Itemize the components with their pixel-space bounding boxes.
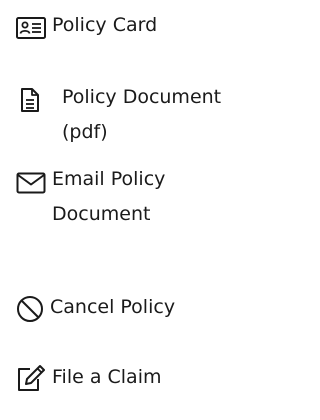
- menu-item-label: Policy Document (pdf): [62, 80, 221, 150]
- menu-item-email-policy-document[interactable]: Email Policy Document: [16, 162, 165, 232]
- cancel-icon: [16, 295, 44, 323]
- edit-icon: [16, 364, 46, 392]
- menu-item-label-line2: Document: [52, 203, 151, 225]
- menu-item-policy-card[interactable]: Policy Card: [16, 8, 157, 43]
- envelope-icon: [16, 172, 46, 194]
- menu-item-file-a-claim[interactable]: File a Claim: [16, 360, 162, 395]
- menu-item-label: Email Policy Document: [52, 162, 165, 232]
- id-card-icon: [16, 17, 46, 39]
- menu-item-label-line1: Policy Document: [62, 86, 222, 108]
- policy-actions-menu: Policy Card Policy Document (pdf) Email …: [0, 0, 290, 420]
- menu-item-cancel-policy[interactable]: Cancel Policy: [16, 290, 175, 325]
- menu-item-label: File a Claim: [52, 366, 162, 388]
- menu-item-label: Cancel Policy: [50, 296, 176, 318]
- menu-item-label: Policy Card: [52, 14, 158, 36]
- menu-item-label-line2: (pdf): [62, 121, 108, 143]
- document-icon: [20, 87, 40, 113]
- menu-item-label-line1: Email Policy: [52, 168, 166, 190]
- menu-item-policy-document[interactable]: Policy Document (pdf): [16, 80, 221, 150]
